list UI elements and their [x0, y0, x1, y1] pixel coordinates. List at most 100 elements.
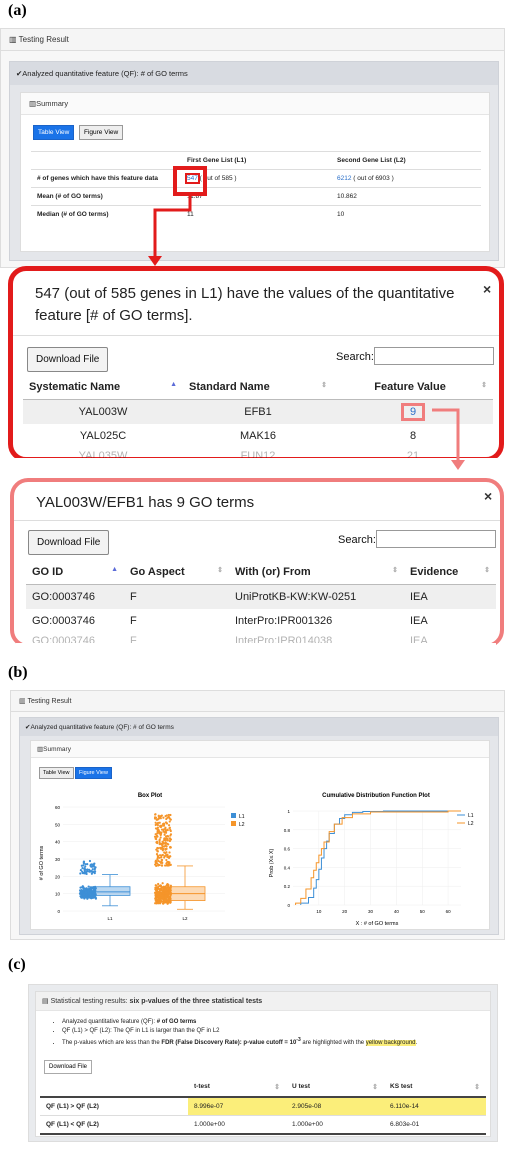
data-point	[155, 840, 159, 843]
data-point	[165, 858, 168, 862]
box-y-label: # of GO terms	[39, 845, 45, 880]
download-file-button[interactable]: Download File	[44, 1060, 93, 1074]
data-point	[155, 900, 158, 904]
box-plot: Box Plot # of GO terms 0 10 20 30 40 50 60 L1 L2…	[39, 793, 245, 921]
panel-title: Analyzed quantitative feature (QF): # of…	[30, 724, 174, 731]
y-tick-label: 10	[55, 892, 61, 897]
data-point	[165, 821, 168, 824]
data-point	[84, 887, 87, 890]
table-view-button[interactable]: Table View	[39, 767, 74, 779]
summary-panel: ▥Summary Table View Figure View Box Plot…	[30, 740, 490, 930]
data-point	[83, 866, 86, 870]
data-point	[156, 821, 160, 824]
y-tick-label: 0.4	[284, 865, 291, 870]
data-point	[157, 815, 160, 818]
download-file-button[interactable]: Download File	[27, 347, 109, 372]
data-point	[91, 868, 94, 871]
legend-l1: L1	[468, 813, 474, 819]
y-tick-label: 0	[287, 903, 290, 908]
data-point	[156, 854, 159, 857]
data-point	[164, 844, 167, 847]
legend-l2: L2	[239, 822, 245, 828]
data-point	[165, 851, 168, 854]
col-evidence[interactable]: Evidence ⇕	[404, 560, 496, 585]
sort-icon: ⇕	[484, 567, 490, 574]
y-tick-label: 30	[55, 857, 61, 862]
data-point	[161, 882, 164, 885]
table-icon: ▤	[42, 998, 51, 1005]
analyzed-panel: ✔Analyzed quantitative feature (QF): # o…	[19, 717, 499, 935]
data-point	[82, 861, 85, 864]
data-point	[163, 839, 166, 842]
data-point	[168, 839, 171, 843]
data-point	[160, 860, 163, 863]
data-point	[155, 896, 158, 899]
data-point	[79, 868, 83, 872]
data-point	[82, 871, 85, 875]
data-point	[158, 860, 161, 863]
x-tick-label: 30	[368, 909, 374, 914]
col-with-from[interactable]: With (or) From ⇕	[229, 560, 404, 585]
search-label: Search:	[338, 534, 376, 546]
data-point	[158, 901, 161, 904]
sort-icon: ⇕	[392, 567, 398, 574]
col-ks-test[interactable]: KS test ⇕	[384, 1078, 486, 1097]
search-input[interactable]	[374, 347, 494, 365]
data-point	[85, 871, 88, 874]
data-point	[164, 848, 167, 851]
data-point	[160, 858, 163, 861]
x-tick-label: L2	[182, 916, 188, 921]
data-point	[92, 865, 96, 868]
data-point	[156, 857, 159, 860]
data-point	[161, 886, 164, 889]
data-point	[155, 837, 158, 841]
data-point	[87, 896, 90, 899]
divider	[14, 520, 500, 521]
box-l1	[89, 886, 131, 896]
col-go-aspect[interactable]: Go Aspect ⇕	[124, 560, 229, 585]
y-tick-label: 40	[55, 840, 61, 845]
data-point	[159, 825, 162, 828]
data-point	[92, 870, 95, 874]
data-point	[94, 896, 97, 899]
data-point	[155, 864, 158, 868]
data-point	[154, 813, 157, 816]
sort-icon: ⇕	[372, 1084, 378, 1091]
panel-label-b: (b)	[8, 664, 28, 681]
cdf-plot-title: Cumulative Distribution Function Plot	[322, 793, 430, 799]
legend-swatch-l2	[231, 821, 236, 826]
cdf-line-l1	[300, 810, 461, 905]
data-point	[79, 892, 82, 895]
y-tick-label: 0.2	[284, 884, 291, 889]
data-point	[155, 848, 158, 851]
x-tick-label: 20	[342, 909, 348, 914]
x-tick-label: 60	[446, 909, 452, 914]
data-point	[164, 814, 167, 818]
close-icon[interactable]: ×	[484, 488, 492, 504]
data-point	[83, 869, 86, 872]
col-u-test[interactable]: U test ⇕	[286, 1078, 384, 1097]
download-file-button[interactable]: Download File	[28, 530, 110, 555]
data-point	[82, 893, 85, 896]
data-point	[158, 896, 161, 899]
data-point	[80, 864, 83, 867]
data-point	[154, 892, 157, 896]
data-point	[155, 835, 158, 839]
data-point	[164, 864, 167, 867]
testing-result-card-b: ▥ Testing Result ✔Analyzed quantitative …	[10, 690, 505, 940]
data-point	[166, 829, 169, 832]
data-point	[154, 860, 157, 863]
close-icon[interactable]: ×	[483, 281, 491, 297]
figure-view-button[interactable]: Figure View	[75, 767, 112, 779]
col-t-test[interactable]: t-test ⇕	[188, 1078, 286, 1097]
data-point	[88, 859, 92, 863]
data-point	[155, 818, 158, 821]
divider	[13, 335, 499, 336]
data-point	[169, 846, 172, 849]
data-point	[163, 856, 166, 859]
data-point	[157, 898, 160, 901]
col-go-id[interactable]: GO ID ▲	[26, 560, 124, 585]
search-input[interactable]	[376, 530, 496, 548]
y-tick-label: 50	[55, 822, 61, 827]
y-tick-label: 1	[287, 809, 290, 814]
